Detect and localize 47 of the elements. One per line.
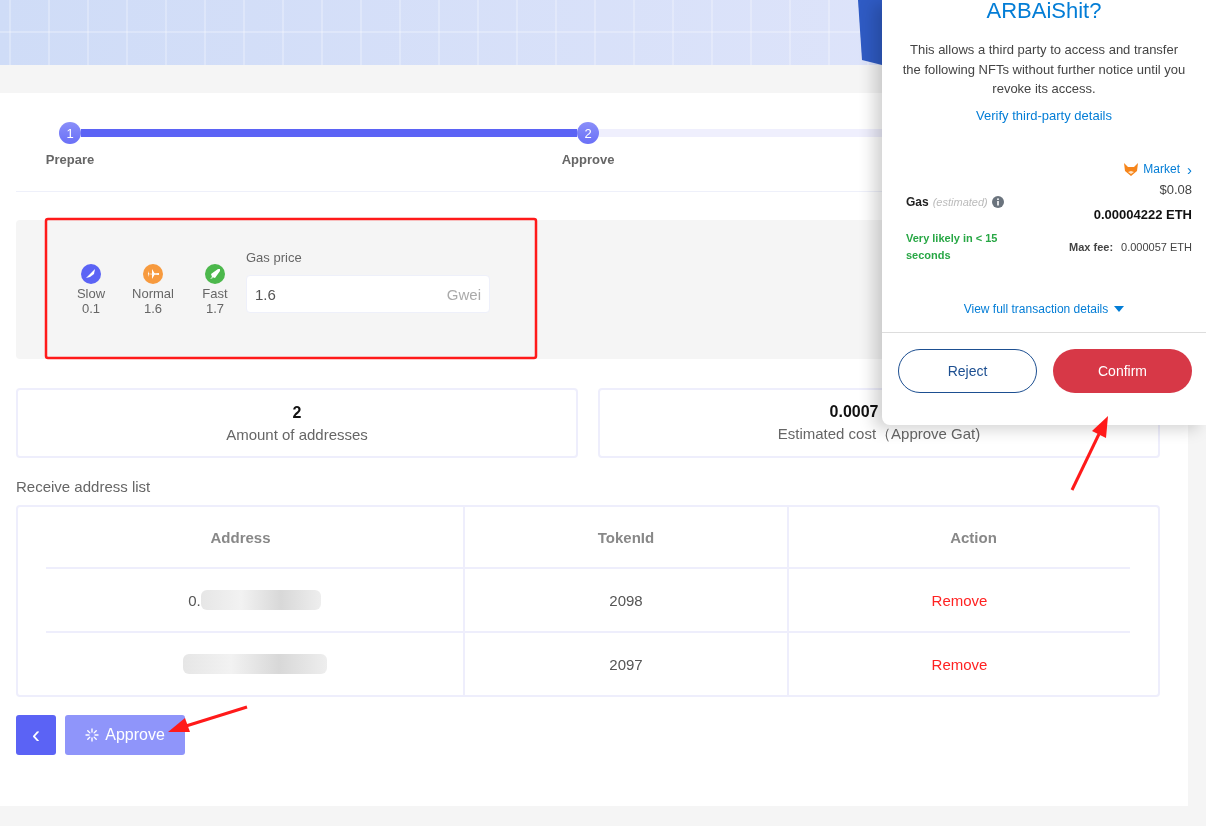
approve-button[interactable]: Approve xyxy=(65,715,185,755)
speed-estimate: Very likely in < 15 seconds xyxy=(906,230,999,263)
step-label: Approve xyxy=(560,152,616,167)
gas-label: Gas xyxy=(906,194,929,209)
max-fee-value: 0.000057 ETH xyxy=(1121,240,1192,253)
stat-value: 0.0007 xyxy=(829,402,879,421)
token-id: 2098 xyxy=(609,591,643,609)
gas-amount: 0.00004222 ETH xyxy=(1093,206,1192,222)
step-label: Prepare xyxy=(44,152,96,167)
gas-fiat: $0.08 xyxy=(1159,181,1192,197)
caret-icon[interactable] xyxy=(1114,305,1125,312)
speed-label: Normal xyxy=(132,285,174,301)
column-header: TokenId xyxy=(465,507,789,567)
step-number: 1 xyxy=(59,122,81,144)
info-icon[interactable] xyxy=(991,195,1004,208)
back-button[interactable]: ‹ xyxy=(16,715,56,755)
speed-label: Slow xyxy=(76,285,106,301)
details-link[interactable]: View full transaction details xyxy=(963,301,1109,316)
section-title: Receive address list xyxy=(16,478,152,495)
max-fee-label: Max fee: xyxy=(1069,240,1114,253)
column-header: Address xyxy=(18,507,465,567)
column-header: Action xyxy=(949,527,998,548)
market-link[interactable]: Market xyxy=(1143,162,1180,176)
remove-link[interactable]: Remove xyxy=(931,655,988,673)
stat-label: Amount of addresses xyxy=(226,425,368,443)
address-text: 0. xyxy=(188,591,201,609)
popup-title: ARBAiShit? xyxy=(986,0,1102,24)
step-number: 2 xyxy=(577,122,599,144)
speed-value: 0.1 xyxy=(81,300,101,316)
confirm-button[interactable]: Confirm xyxy=(1053,348,1192,393)
token-id: 2097 xyxy=(609,655,643,673)
rocket-icon[interactable] xyxy=(205,263,225,284)
popup-description: This allows a third party to access and transfer the following NFTs without further notice until you revoke its access. xyxy=(902,41,1186,98)
gas-price-label: Gas price xyxy=(246,250,303,265)
gas-price-field[interactable]: 1.6 Gwei xyxy=(246,275,490,313)
stat-label: Estimated cost（Approve Gat) xyxy=(777,424,981,444)
speed-value: 1.7 xyxy=(205,300,225,316)
remove-link[interactable]: Remove xyxy=(931,591,988,609)
stat-value: 2 xyxy=(292,403,302,422)
fox-icon xyxy=(1123,161,1140,177)
bird-icon[interactable] xyxy=(81,263,101,284)
chevron-icon[interactable]: › xyxy=(1187,160,1192,178)
speed-value: 1.6 xyxy=(143,300,163,316)
reject-button[interactable]: Reject xyxy=(898,348,1037,393)
verify-link[interactable]: Verify third-party details xyxy=(976,107,1112,123)
gas-estimated-note: (estimated) xyxy=(932,195,988,208)
speed-label: Fast xyxy=(202,285,228,301)
